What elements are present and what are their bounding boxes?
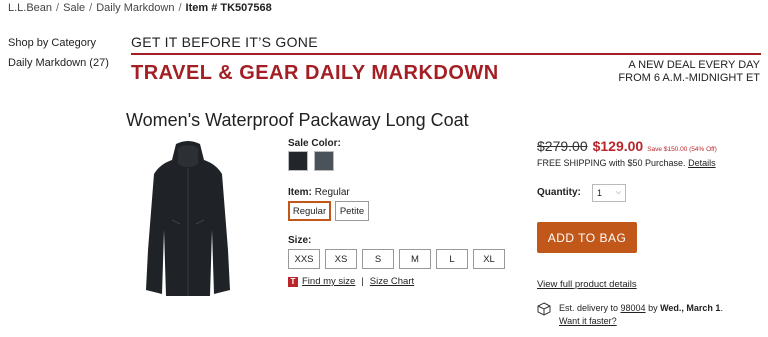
item-label: Item: Regular: [288, 187, 350, 198]
color-swatch-charcoal[interactable]: [314, 151, 334, 171]
size-option-xs[interactable]: XS: [325, 249, 357, 269]
breadcrumb-separator: /: [89, 2, 93, 14]
sale-color-label: Sale Color:: [288, 138, 341, 149]
item-number-value: TK507568: [220, 2, 272, 14]
shipping-text: FREE SHIPPING with $50 Purchase.: [537, 158, 686, 168]
delivery-line: Est. delivery to 98004 by Wed., March 1.: [559, 303, 723, 313]
color-swatch-black[interactable]: [288, 151, 308, 171]
sidebar-item-daily-markdown[interactable]: Daily Markdown (27): [8, 57, 109, 69]
view-full-details-link[interactable]: View full product details: [537, 279, 637, 290]
banner-title: TRAVEL & GEAR DAILY MARKDOWN: [131, 62, 499, 84]
chevron-down-icon: ⌵: [615, 189, 621, 196]
breadcrumb-separator: /: [56, 2, 60, 14]
item-selected-value: Regular: [314, 187, 350, 198]
sidebar-item-shop-by-category[interactable]: Shop by Category: [8, 37, 96, 49]
banner-deal-note: A NEW DEAL EVERY DAY FROM 6 A.M.-MIDNIGH…: [618, 59, 760, 85]
product-title: Women's Waterproof Packaway Long Coat: [126, 110, 469, 130]
size-help: T Find my size | Size Chart: [288, 276, 414, 287]
link-divider: |: [361, 276, 364, 287]
item-option-regular[interactable]: Regular: [288, 201, 331, 221]
breadcrumb-item-number: Item # TK507568: [186, 2, 272, 14]
original-price: $279.00: [537, 138, 588, 154]
banner-deal-line2: FROM 6 A.M.-MIDNIGHT ET: [618, 72, 760, 84]
size-option-l[interactable]: L: [436, 249, 468, 269]
size-option-xl[interactable]: XL: [473, 249, 505, 269]
size-option-s[interactable]: S: [362, 249, 394, 269]
size-label: Size:: [288, 235, 312, 246]
item-number-prefix: Item #: [185, 2, 221, 14]
delivery-zip-link[interactable]: 98004: [621, 303, 646, 313]
item-option-petite[interactable]: Petite: [335, 201, 369, 221]
sale-price: $129.00: [592, 138, 644, 154]
banner-tagline: GET IT BEFORE IT’S GONE: [131, 34, 318, 50]
shipping-note: FREE SHIPPING with $50 Purchase. Details: [537, 158, 716, 168]
quantity-value: 1: [597, 188, 603, 198]
size-chart-link[interactable]: Size Chart: [370, 276, 414, 287]
package-icon: [537, 302, 551, 316]
size-option-m[interactable]: M: [399, 249, 431, 269]
breadcrumb-daily-markdown[interactable]: Daily Markdown: [96, 2, 174, 14]
price-row: $279.00 $129.00 Save $150.00 (54% Off): [537, 138, 717, 154]
breadcrumb: L.L.Bean / Sale / Daily Markdown / Item # TK50…: [8, 2, 272, 14]
find-my-size-link[interactable]: Find my size: [302, 276, 355, 287]
breadcrumb-sale[interactable]: Sale: [63, 2, 85, 14]
banner-divider: [131, 53, 761, 55]
breadcrumb-home[interactable]: L.L.Bean: [8, 2, 52, 14]
product-image[interactable]: [142, 140, 234, 300]
shipping-details-link[interactable]: Details: [688, 158, 716, 168]
banner-deal-line1: A NEW DEAL EVERY DAY: [628, 59, 760, 71]
add-to-bag-button[interactable]: ADD TO BAG: [537, 222, 637, 253]
breadcrumb-separator: /: [178, 2, 182, 14]
quantity-select[interactable]: 1 ⌵: [592, 184, 626, 202]
tape-measure-icon: T: [288, 276, 298, 287]
quantity-label: Quantity:: [537, 187, 581, 198]
size-option-xxs[interactable]: XXS: [288, 249, 320, 269]
savings-text: Save $150.00 (54% Off): [647, 146, 717, 153]
delivery-date: Wed., March 1: [660, 303, 721, 313]
want-it-faster-link[interactable]: Want it faster?: [559, 316, 617, 326]
